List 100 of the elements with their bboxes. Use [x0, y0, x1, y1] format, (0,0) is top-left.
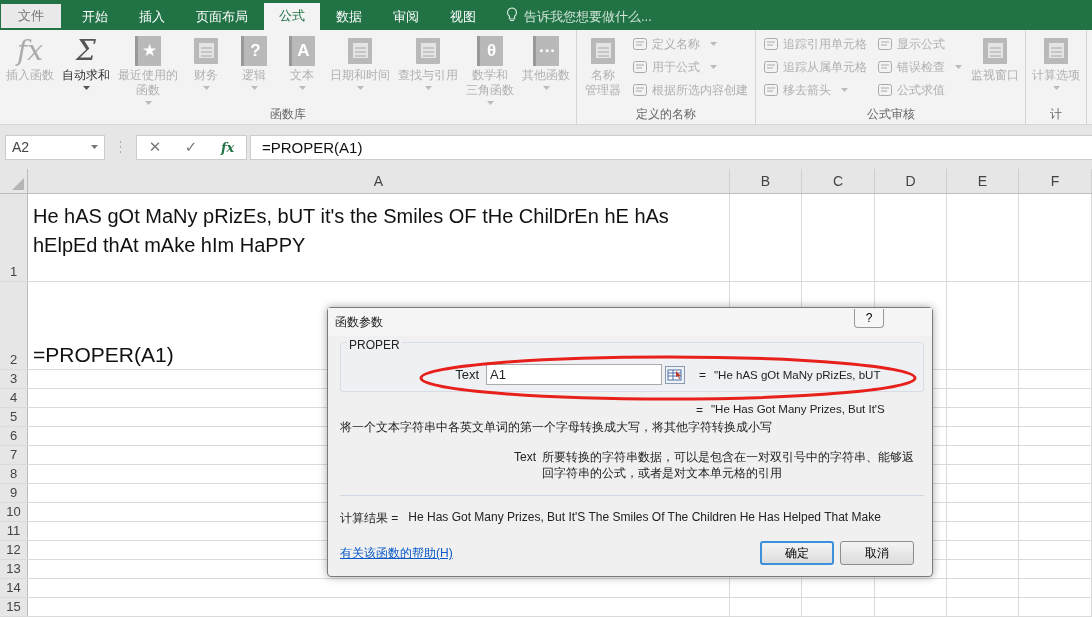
- function-icon: Σ: [76, 34, 96, 68]
- dialog-title: 函数参数: [335, 313, 383, 331]
- tool-icon: [763, 82, 779, 98]
- caret-icon: [710, 42, 717, 46]
- enter-button[interactable]: ✓: [180, 138, 202, 156]
- select-all-icon: [12, 178, 24, 190]
- book-icon: ★: [135, 36, 161, 66]
- caret-icon: [486, 101, 494, 105]
- tool-icon: [632, 59, 648, 75]
- insert-function-button[interactable]: fx: [216, 139, 239, 155]
- row-header[interactable]: 11: [0, 522, 28, 540]
- tool-icon: [763, 59, 779, 75]
- ribbon-tab[interactable]: 页面布局: [181, 4, 263, 30]
- book-icon: A: [289, 36, 315, 66]
- tool-icon: [588, 36, 618, 66]
- formula-field[interactable]: =PROPER(A1): [250, 134, 1092, 160]
- help-link[interactable]: 有关该函数的帮助(H): [340, 544, 453, 562]
- group-label: 计: [1049, 106, 1063, 123]
- cancel-button[interactable]: ✕: [144, 138, 166, 156]
- ribbon-tab[interactable]: 公式: [264, 3, 320, 30]
- tool-icon: [877, 82, 893, 98]
- result-label: 计算结果 =: [340, 510, 399, 527]
- argument-field[interactable]: A1: [486, 364, 662, 385]
- row-header[interactable]: 8: [0, 465, 28, 483]
- tool-icon: [191, 36, 221, 66]
- tell-me-field[interactable]: 告诉我您想要做什么...: [522, 2, 686, 30]
- column-header[interactable]: E: [947, 169, 1019, 193]
- result-preview: "He Has Got Many Prizes, But It'S: [711, 403, 885, 417]
- range-select-icon[interactable]: [665, 365, 685, 384]
- column-header[interactable]: F: [1019, 169, 1092, 193]
- name-box[interactable]: A2: [5, 134, 105, 160]
- argument-label: Text: [514, 449, 536, 466]
- row-header[interactable]: 10: [0, 503, 28, 521]
- dialog-button[interactable]: 取消: [840, 541, 914, 565]
- equals-sign: =: [699, 367, 706, 382]
- lightbulb-icon: [506, 7, 518, 23]
- row-header[interactable]: 7: [0, 446, 28, 464]
- grip-icon: [119, 140, 122, 154]
- tool-icon: [632, 82, 648, 98]
- caret-icon: [841, 88, 848, 92]
- tool-icon: [345, 36, 375, 66]
- caret-icon: [250, 86, 258, 90]
- tool-icon: [632, 36, 648, 52]
- ribbon-tab[interactable]: 开始: [67, 4, 123, 30]
- caret-icon: [542, 86, 550, 90]
- row-header[interactable]: 3: [0, 370, 28, 388]
- result-value: He Has Got Many Prizes, But It'S The Smiles Of The Children He Has Helped That Make: [408, 510, 881, 526]
- tool-icon: [413, 36, 443, 66]
- row-header[interactable]: 13: [0, 560, 28, 578]
- row-header[interactable]: 12: [0, 541, 28, 559]
- ribbon-tab[interactable]: 审阅: [378, 4, 434, 30]
- cell-text: =PROPER(A1): [32, 343, 174, 368]
- tool-icon: [877, 36, 893, 52]
- row-header[interactable]: 14: [0, 579, 28, 597]
- tool-icon: [980, 36, 1010, 66]
- ribbon-button[interactable]: Σ 自动求和: [59, 34, 113, 106]
- row-header[interactable]: 5: [0, 408, 28, 426]
- function-name: PROPER: [347, 338, 402, 352]
- caret-icon: [1052, 86, 1060, 90]
- cell-text: He hAS gOt MaNy pRizEs, bUT it's the Smiles OF tHe ChilDrEn hE hAs hElpEd thAt mAke hIm HaPPY: [32, 204, 670, 258]
- dialog-button[interactable]: 确定: [760, 541, 834, 565]
- argument-description: 所要转换的字符串数据，可以是包含在一对双引号中的字符串、能够返回字符串的公式，或者是对文本单元格的引用: [542, 449, 915, 481]
- column-header[interactable]: D: [875, 169, 947, 193]
- help-button[interactable]: ?: [854, 308, 884, 328]
- tool-icon: [877, 59, 893, 75]
- group-label: 定义的名称: [635, 106, 697, 123]
- ribbon-tab[interactable]: 视图: [435, 4, 491, 30]
- caret-icon: [424, 86, 432, 90]
- group-label: 函数库: [269, 106, 307, 123]
- row-header[interactable]: 9: [0, 484, 28, 502]
- book-icon: θ: [477, 36, 503, 66]
- column-header[interactable]: A: [28, 169, 730, 193]
- caret-icon: [82, 86, 90, 90]
- column-header[interactable]: B: [730, 169, 802, 193]
- column-header[interactable]: C: [802, 169, 875, 193]
- argument-label: Text: [454, 367, 479, 382]
- caret-icon: [356, 86, 364, 90]
- equals-sign: =: [696, 403, 703, 417]
- function-description: 将一个文本字符串中各英文单词的第一个字母转换成大写，将其他字符转换成小写: [340, 419, 773, 436]
- row-header[interactable]: 1: [0, 194, 28, 281]
- row-header[interactable]: 6: [0, 427, 28, 445]
- tool-icon: [763, 36, 779, 52]
- row-header[interactable]: 15: [0, 598, 28, 616]
- book-icon: ···: [533, 36, 559, 66]
- caret-icon: [91, 145, 98, 149]
- caret-icon: [202, 86, 210, 90]
- row-header[interactable]: 4: [0, 389, 28, 407]
- caret-icon: [955, 65, 962, 69]
- caret-icon: [144, 101, 152, 105]
- row-header[interactable]: 2: [0, 282, 28, 369]
- ribbon-tab[interactable]: 数据: [321, 4, 377, 30]
- ribbon-tab[interactable]: 文件: [1, 4, 61, 28]
- argument-preview: "He hAS gOt MaNy pRizEs, bUT: [714, 368, 881, 381]
- tool-icon: [1041, 36, 1071, 66]
- ribbon-tab[interactable]: 插入: [124, 4, 180, 30]
- caret-icon: [710, 65, 717, 69]
- function-icon: fx: [16, 34, 44, 68]
- book-icon: ?: [241, 36, 267, 66]
- group-label: 公式审核: [865, 106, 916, 123]
- caret-icon: [298, 86, 306, 90]
